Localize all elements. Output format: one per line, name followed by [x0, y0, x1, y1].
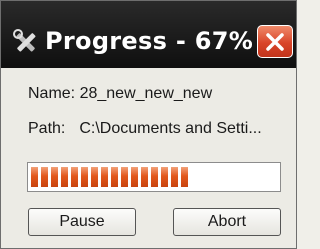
- pause-button[interactable]: Pause: [28, 208, 136, 236]
- progress-segment: [81, 167, 88, 187]
- progress-segment: [31, 167, 38, 187]
- progress-segment: [101, 167, 108, 187]
- progress-segment: [161, 167, 168, 187]
- progress-segment: [71, 167, 78, 187]
- progress-segment: [181, 167, 188, 187]
- name-row: Name: 28_new_new_new: [28, 85, 212, 103]
- progress-segment: [61, 167, 68, 187]
- progress-segment: [51, 167, 58, 187]
- name-label: Name:: [28, 85, 76, 102]
- title-bar[interactable]: Progress - 67%: [1, 1, 296, 68]
- progress-segment: [141, 167, 148, 187]
- progress-segment: [171, 167, 178, 187]
- path-value: C:\Documents and Setti...: [79, 120, 262, 137]
- path-label: Path:: [28, 120, 66, 137]
- progress-bar: [27, 162, 281, 192]
- abort-button[interactable]: Abort: [173, 208, 281, 236]
- tools-icon: [11, 27, 41, 57]
- progress-segment: [41, 167, 48, 187]
- path-row: Path: C:\Documents and Setti...: [28, 120, 262, 138]
- close-button[interactable]: [257, 25, 293, 58]
- progress-segment: [121, 167, 128, 187]
- progress-segment: [151, 167, 158, 187]
- progress-segment: [91, 167, 98, 187]
- progress-window: Progress - 67% Name: 28_new_new_new Path…: [0, 0, 297, 249]
- window-title: Progress - 67%: [45, 27, 254, 55]
- progress-segment: [111, 167, 118, 187]
- name-value: 28_new_new_new: [79, 85, 213, 102]
- progress-segment: [131, 167, 138, 187]
- progress-fill: [31, 167, 188, 187]
